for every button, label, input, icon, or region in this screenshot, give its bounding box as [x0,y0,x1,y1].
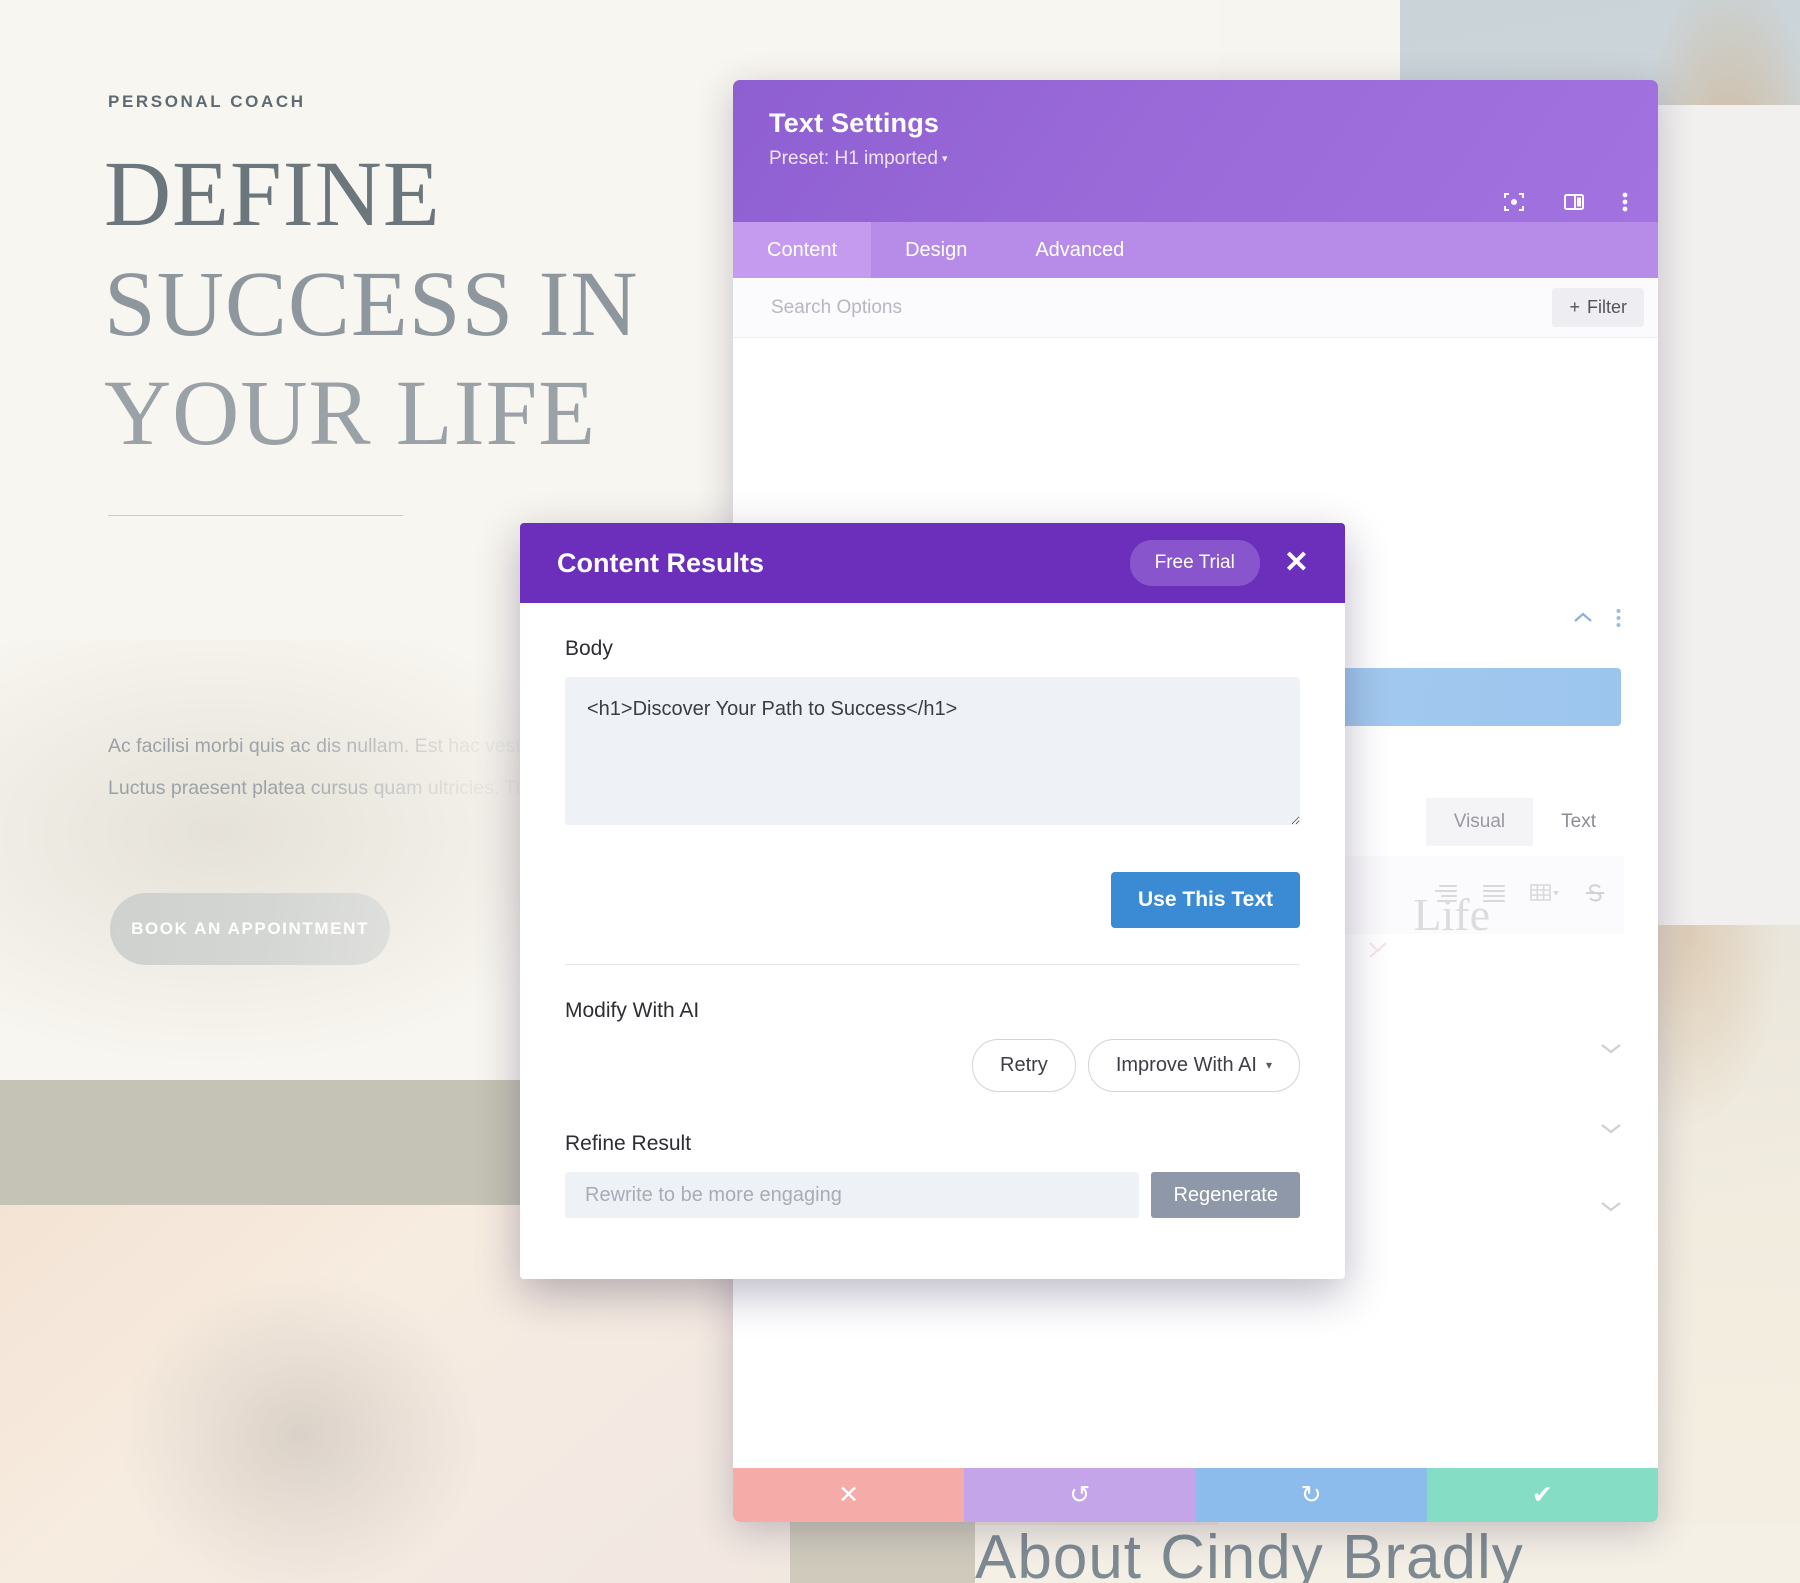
collapsed-section-1[interactable] [1504,1028,1624,1068]
chevron-down-icon [1601,1124,1621,1134]
redo-button[interactable]: ↻ [1195,1468,1427,1522]
headline-line-2: SUCCESS IN [104,252,639,356]
text-settings-header: Text Settings Preset: H1 imported ▾ [733,80,1658,222]
cancel-button[interactable]: ✕ [733,1468,965,1522]
modify-actions-row: Retry Improve With AI ▾ [565,1039,1300,1092]
editor-mode-tabs: Visual Text [1425,798,1624,846]
use-this-text-button[interactable]: Use This Text [1111,872,1300,928]
hero-eyebrow: PERSONAL COACH [108,92,306,111]
no-format-icon[interactable] [1366,938,1390,967]
more-vertical-icon[interactable] [1616,608,1621,633]
body-textarea[interactable] [565,677,1300,825]
hero-divider [108,515,403,516]
refine-result-label: Refine Result [565,1132,692,1155]
chevron-down-icon: ▾ [1265,1058,1272,1072]
chevron-up-icon[interactable] [1572,611,1594,630]
book-appointment-button[interactable]: BOOK AN APPOINTMENT [110,893,390,965]
free-trial-button[interactable]: Free Trial [1129,540,1260,586]
refine-row: Regenerate [565,1172,1300,1218]
preset-label: Preset: H1 imported [769,148,938,169]
refine-input[interactable] [565,1172,1140,1218]
preview-faded-text: Life [1413,889,1490,940]
improve-with-ai-label: Improve With AI [1115,1054,1257,1076]
plus-icon: + [1569,297,1580,317]
chevron-down-icon: ▾ [941,153,948,165]
preset-selector[interactable]: Preset: H1 imported ▾ [769,148,1624,170]
headline-line-3: YOUR LIFE [104,362,597,466]
settings-tabs: Content Design Advanced [733,222,1658,278]
modify-with-ai-label: Modify With AI [565,999,700,1022]
panel-title: Text Settings [769,108,940,138]
modal-content: Body Use This Text Modify With AI Retry … [520,603,1345,1218]
save-button[interactable]: ✔ [1426,1468,1658,1522]
retry-button[interactable]: Retry [972,1039,1076,1092]
body-label: Body [565,637,613,660]
collapsed-section-3[interactable] [1504,1186,1624,1226]
undo-button[interactable]: ↺ [964,1468,1196,1522]
improve-with-ai-button[interactable]: Improve With AI ▾ [1087,1039,1300,1092]
chevron-down-icon [1601,1202,1621,1212]
tab-design[interactable]: Design [871,222,1001,278]
layout-panel-icon[interactable] [1562,190,1586,214]
tab-content[interactable]: Content [733,222,872,278]
content-results-modal: Content Results Free Trial ✕ Body Use Th… [520,523,1345,1279]
screen: PERSONAL COACH DEFINE SUCCESS IN YOUR LI… [0,0,1800,1583]
search-options-bar: + Filter [733,278,1658,338]
strikethrough-icon[interactable] [1584,882,1606,909]
chevron-down-icon [1601,1044,1621,1054]
tab-advanced[interactable]: Advanced [1001,222,1158,278]
filter-button[interactable]: + Filter [1552,288,1644,327]
headline-line-1: DEFINE [104,143,441,246]
close-icon[interactable]: ✕ [1274,546,1319,580]
text-section-tools [1572,608,1621,633]
focus-target-icon[interactable] [1502,190,1526,214]
hero-paragraph: Ac facilisi morbi quis ac dis nullam. Es… [108,735,584,799]
use-text-row: Use This Text [565,872,1300,965]
search-input[interactable] [771,296,1553,319]
modal-header: Content Results Free Trial ✕ [520,523,1345,603]
about-heading: About Cindy Bradly [975,1523,1524,1583]
modal-title: Content Results [557,547,765,578]
more-vertical-icon[interactable] [1622,190,1628,214]
table-icon[interactable] [1530,883,1560,908]
filter-label: Filter [1587,297,1627,317]
page-title: DEFINE SUCCESS IN YOUR LIFE [104,140,724,469]
collapsed-section-2[interactable] [1504,1108,1624,1148]
regenerate-button[interactable]: Regenerate [1151,1172,1300,1218]
tab-visual[interactable]: Visual [1425,798,1534,846]
panel-header-icons [1502,190,1628,214]
tab-text[interactable]: Text [1533,798,1624,846]
panel-action-bar: ✕ ↺ ↻ ✔ [733,1468,1658,1522]
